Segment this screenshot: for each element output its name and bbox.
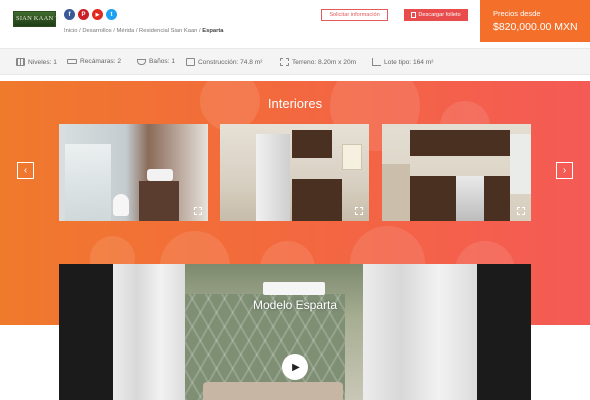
upper-cabinets xyxy=(292,130,332,158)
bed-icon xyxy=(67,59,77,64)
expand-icon[interactable] xyxy=(194,207,202,215)
spec-levels-label: Niveles: 1 xyxy=(28,58,57,66)
site-header: SIAN KAAN V f P ▶ t Inicio / Desarrollos… xyxy=(0,0,590,42)
spec-land: Terreno: 8.20m x 20m xyxy=(280,58,356,66)
gallery-thumbnail-kitchen[interactable] xyxy=(220,124,369,221)
levels-icon xyxy=(16,58,25,66)
request-info-button[interactable]: Solicitar información xyxy=(321,9,388,21)
toilet xyxy=(113,194,129,216)
interiors-title: Interiores xyxy=(267,96,323,111)
spec-bathrooms-label: Baños: 1 xyxy=(149,58,176,65)
pinterest-icon[interactable]: P xyxy=(78,9,89,20)
spec-land-label: Terreno: 8.20m x 20m xyxy=(292,58,357,66)
social-links: f P ▶ t xyxy=(64,9,117,20)
land-icon xyxy=(280,58,289,66)
bath-icon xyxy=(137,58,146,65)
sofa xyxy=(203,382,343,400)
download-icon xyxy=(411,12,417,18)
video-player[interactable]: Modelo Esparta ▶ xyxy=(59,264,531,400)
lot-icon xyxy=(372,58,381,66)
price-box: Precios desde $820,000.00 MXN xyxy=(480,0,590,42)
vanity xyxy=(139,181,179,221)
spec-bedrooms-label: Recámaras: 2 xyxy=(80,58,122,65)
spec-bedrooms: Recámaras: 2 xyxy=(67,58,121,65)
spec-levels: Niveles: 1 xyxy=(16,58,57,66)
price-label: Precios desde xyxy=(493,9,541,18)
carousel-next-button[interactable]: › xyxy=(556,162,573,179)
carousel-prev-button[interactable]: ‹ xyxy=(17,162,34,179)
breadcrumb-path[interactable]: Inicio / Desarrollos / Mérida / Residenc… xyxy=(64,28,202,34)
refrigerator xyxy=(256,134,290,221)
construction-icon xyxy=(186,58,195,66)
youtube-icon[interactable]: ▶ xyxy=(92,9,103,20)
spec-lot: Lote tipo: 164 m² xyxy=(372,58,433,66)
wall-edge xyxy=(382,164,410,221)
lower-cabinets xyxy=(292,179,342,221)
gallery-thumbnail-bathroom[interactable] xyxy=(59,124,208,221)
spec-construction-label: Construcción: 74.8 m² xyxy=(198,58,263,66)
gallery-thumbnail-kitchen-stove[interactable] xyxy=(382,124,531,221)
sink xyxy=(147,169,173,181)
curtain-left xyxy=(113,264,185,400)
breadcrumb: Inicio / Desarrollos / Mérida / Residenc… xyxy=(64,28,224,34)
window-plants xyxy=(510,134,531,194)
expand-icon[interactable] xyxy=(517,207,525,215)
expand-icon[interactable] xyxy=(355,207,363,215)
download-brochure-button[interactable]: Descargar folleto xyxy=(404,9,468,21)
download-brochure-label: Descargar folleto xyxy=(418,12,461,18)
twitter-icon[interactable]: t xyxy=(106,9,117,20)
spec-construction: Construcción: 74.8 m² xyxy=(186,58,263,66)
logo-text: SIAN KAAN V xyxy=(16,15,60,22)
site-logo[interactable]: SIAN KAAN V xyxy=(13,11,60,27)
air-conditioner xyxy=(263,282,325,295)
price-value: $820,000.00 MXN xyxy=(493,21,578,33)
play-button[interactable]: ▶ xyxy=(282,354,308,380)
curtain-right xyxy=(363,264,477,400)
window xyxy=(342,144,362,170)
facebook-icon[interactable]: f xyxy=(64,9,75,20)
video-title: Modelo Esparta xyxy=(252,298,338,312)
shower-glass xyxy=(65,144,111,221)
stove xyxy=(456,176,484,221)
specs-bar: Niveles: 1 Recámaras: 2 Baños: 1 Constru… xyxy=(0,48,590,75)
spec-lot-label: Lote tipo: 164 m² xyxy=(384,58,434,66)
play-icon: ▶ xyxy=(292,361,300,373)
spec-bathrooms: Baños: 1 xyxy=(137,58,175,65)
breadcrumb-current: Esparta xyxy=(202,28,224,34)
upper-cabinets xyxy=(410,130,510,156)
